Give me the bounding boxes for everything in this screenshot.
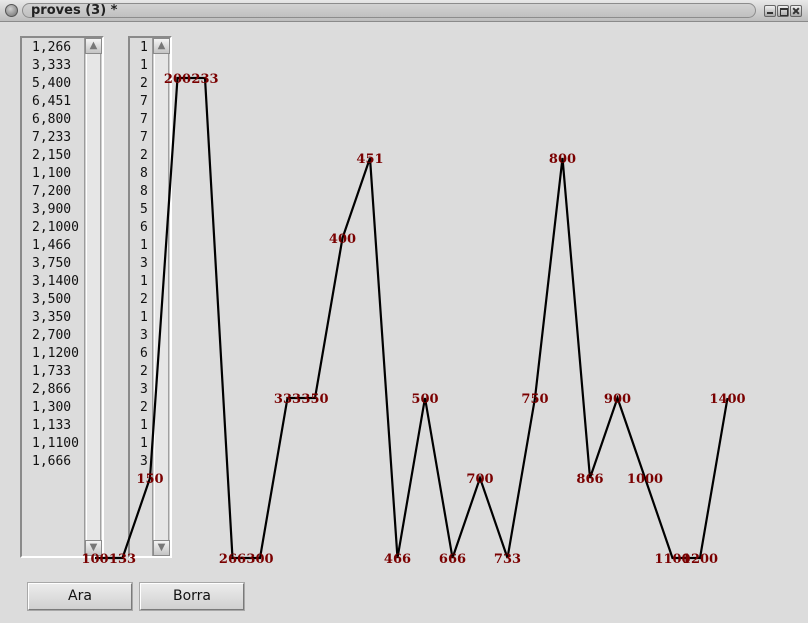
list-item[interactable]: 1,266: [22, 39, 79, 57]
values-listbox[interactable]: 112777288561312136232113 ▲ ▼: [128, 36, 172, 558]
list-item[interactable]: 2,150: [22, 147, 79, 165]
chart-point-label: 451: [356, 152, 383, 167]
list-item[interactable]: 3: [130, 327, 148, 345]
list-item[interactable]: 2: [130, 291, 148, 309]
chart-point-label: 733: [494, 552, 521, 567]
values-scrollbar[interactable]: ▲ ▼: [152, 38, 170, 556]
list-item[interactable]: 7,200: [22, 183, 79, 201]
list-item[interactable]: 3: [130, 381, 148, 399]
window-menu-icon[interactable]: [5, 4, 18, 17]
list-item[interactable]: 7: [130, 111, 148, 129]
chart-point-label: 1100: [654, 552, 690, 567]
scroll-thumb[interactable]: [154, 54, 169, 540]
maximize-icon[interactable]: [777, 5, 789, 17]
chart-point-label: 900: [604, 392, 631, 407]
chart-point-label: 1200: [682, 552, 718, 567]
list-item[interactable]: 6,451: [22, 93, 79, 111]
chart-point-label: 500: [411, 392, 438, 407]
list-item[interactable]: 2: [130, 363, 148, 381]
list-item[interactable]: 3,1400: [22, 273, 79, 291]
list-item[interactable]: 5: [130, 201, 148, 219]
list-item[interactable]: 6: [130, 345, 148, 363]
list-item[interactable]: 1,733: [22, 363, 79, 381]
title-bar-track: [22, 3, 756, 18]
chart-point-label: 466: [384, 552, 411, 567]
chart-point-labels: 100 133150200 233266 300333 3504004514665006…: [81, 72, 745, 567]
scroll-up-icon[interactable]: ▲: [153, 38, 170, 54]
list-item[interactable]: 1: [130, 39, 148, 57]
chart-point-label: 1000: [627, 472, 663, 487]
list-item[interactable]: 1: [130, 57, 148, 75]
list-item[interactable]: 1,1200: [22, 345, 79, 363]
list-item[interactable]: 8: [130, 183, 148, 201]
list-item[interactable]: 1,1100: [22, 435, 79, 453]
list-item[interactable]: 3: [130, 453, 148, 471]
values-list-items: 112777288561312136232113: [130, 39, 148, 471]
list-item[interactable]: 5,400: [22, 75, 79, 93]
list-item[interactable]: 1: [130, 435, 148, 453]
list-item[interactable]: 2: [130, 147, 148, 165]
chart-point-label: 1400: [709, 392, 745, 407]
chart-point-label: 400: [329, 232, 356, 247]
list-item[interactable]: 3,750: [22, 255, 79, 273]
list-item[interactable]: 7: [130, 129, 148, 147]
list-item[interactable]: 3,900: [22, 201, 79, 219]
scroll-down-icon[interactable]: ▼: [153, 540, 170, 556]
list-item[interactable]: 1,100: [22, 165, 79, 183]
chart-point-label: 300: [246, 552, 273, 567]
list-item[interactable]: 8: [130, 165, 148, 183]
pairs-scrollbar[interactable]: ▲ ▼: [84, 38, 102, 556]
chart-point-label: 750: [521, 392, 548, 407]
window-title: proves (3) *: [31, 3, 118, 18]
chart-point-label: 333: [274, 392, 301, 407]
list-item[interactable]: 2,866: [22, 381, 79, 399]
chart-point-label: 233: [191, 72, 218, 87]
title-bar[interactable]: proves (3) *: [0, 0, 808, 22]
list-item[interactable]: 1: [130, 417, 148, 435]
close-icon[interactable]: [790, 5, 802, 17]
chart-point-label: 700: [466, 472, 493, 487]
borra-button[interactable]: Borra: [140, 583, 244, 610]
list-item[interactable]: 7,233: [22, 129, 79, 147]
list-item[interactable]: 1,666: [22, 453, 79, 471]
scroll-thumb[interactable]: [86, 54, 101, 540]
list-item[interactable]: 7: [130, 93, 148, 111]
list-item[interactable]: 1,300: [22, 399, 79, 417]
chart-point-label: 350: [301, 392, 328, 407]
line-chart: 100 133150200 233266 300333 3504004514665006…: [81, 72, 745, 567]
pairs-listbox[interactable]: 1,266 3,333 5,400 6,451 6,800 7,233 2,150 1,100…: [20, 36, 104, 558]
list-item[interactable]: 3,333: [22, 57, 79, 75]
list-item[interactable]: 6,800: [22, 111, 79, 129]
list-item[interactable]: 3,350: [22, 309, 79, 327]
list-item[interactable]: 3,500: [22, 291, 79, 309]
chart-point-label: 800: [549, 152, 576, 167]
list-item[interactable]: 1: [130, 273, 148, 291]
list-item[interactable]: 1: [130, 237, 148, 255]
list-item[interactable]: 2: [130, 399, 148, 417]
ara-button[interactable]: Ara: [28, 583, 132, 610]
chart-point-label: 666: [439, 552, 466, 567]
chart-point-label: 866: [576, 472, 603, 487]
list-item[interactable]: 3: [130, 255, 148, 273]
list-item[interactable]: 1,133: [22, 417, 79, 435]
pairs-list-items: 1,266 3,333 5,400 6,451 6,800 7,233 2,150 1,100…: [22, 39, 79, 471]
list-item[interactable]: 6: [130, 219, 148, 237]
list-item[interactable]: 2: [130, 75, 148, 93]
list-item[interactable]: 2,1000: [22, 219, 79, 237]
chart-series-line: [95, 76, 729, 560]
scroll-down-icon[interactable]: ▼: [85, 540, 102, 556]
scroll-up-icon[interactable]: ▲: [85, 38, 102, 54]
minimize-icon[interactable]: [764, 5, 776, 17]
chart-point-label: 266: [219, 552, 246, 567]
list-item[interactable]: 1,466: [22, 237, 79, 255]
list-item[interactable]: 2,700: [22, 327, 79, 345]
list-item[interactable]: 1: [130, 309, 148, 327]
